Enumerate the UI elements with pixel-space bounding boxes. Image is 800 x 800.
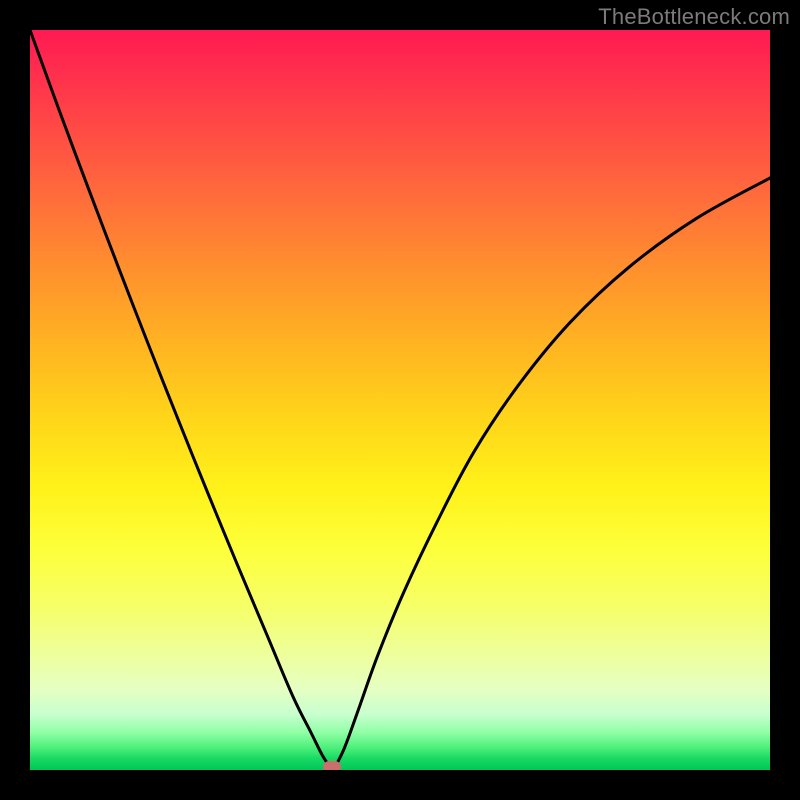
curve-layer <box>30 30 770 770</box>
watermark-text: TheBottleneck.com <box>598 4 790 30</box>
chart-frame: TheBottleneck.com <box>0 0 800 800</box>
plot-area <box>30 30 770 770</box>
bottleneck-curve <box>30 30 770 770</box>
minimum-marker <box>323 761 341 770</box>
